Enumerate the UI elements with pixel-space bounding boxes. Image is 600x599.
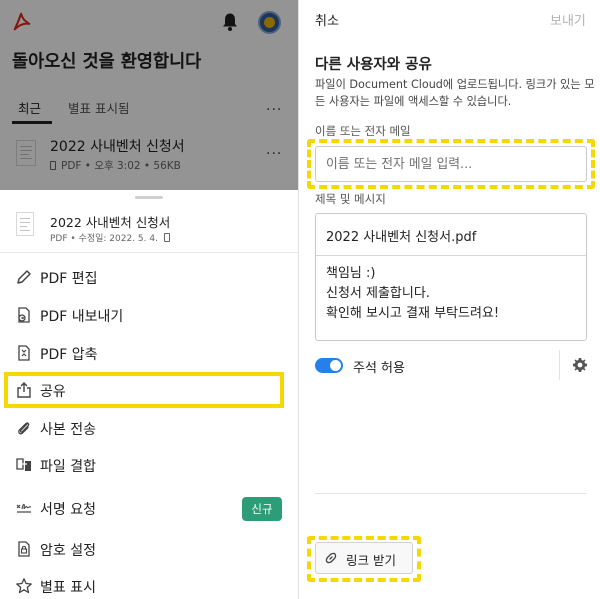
home-screen: 돌아오신 것을 환영합니다 최근 별표 표시됨 ... 2022 사내벤처 신청… (0, 0, 298, 190)
export-pdf-icon (18, 307, 30, 323)
compress-pdf-icon (18, 345, 30, 361)
message-line: 책임님 :) (326, 266, 376, 281)
menu-item-send-copy[interactable]: 사본 전송 (0, 410, 298, 446)
star-icon (16, 578, 32, 594)
sheet-file-header: 2022 사내벤처 신청서 PDF • 수정일: 2022. 5. 4. (0, 204, 298, 248)
subject-field[interactable]: 2022 사내벤처 신청서.pdf (326, 226, 476, 245)
share-panel: 취소 보내기 다른 사용자와 공유 파일이 Document Cloud에 업로… (298, 0, 600, 599)
menu-item-edit-pdf[interactable]: PDF 편집 (0, 259, 298, 295)
menu-item-label: PDF 내보내기 (40, 309, 124, 325)
message-line: 확인해 보시고 결재 부탁드려요! (326, 306, 500, 321)
menu-item-label: PDF 편집 (40, 271, 98, 287)
divider (316, 255, 586, 256)
device-icon (163, 233, 170, 242)
menu-item-combine-files[interactable]: 파일 결합 (0, 447, 298, 483)
allow-comments-label: 주석 허용 (353, 361, 405, 376)
menu-item-star[interactable]: 별표 표시 (0, 568, 298, 599)
message-label: 제목 및 메시지 (315, 192, 386, 206)
sheet-file-name: 2022 사내벤처 신청서 (50, 215, 171, 230)
password-icon (18, 541, 30, 557)
sheet-drag-handle[interactable] (135, 196, 163, 199)
menu-item-label: 파일 결합 (40, 459, 96, 475)
share-icon (17, 382, 31, 398)
menu-item-share[interactable]: 공유 (0, 372, 298, 408)
menu-item-label: 공유 (40, 384, 66, 400)
combine-files-icon (16, 458, 31, 471)
gear-icon[interactable] (572, 357, 588, 373)
pencil-icon (17, 270, 31, 284)
share-title: 다른 사용자와 공유 (315, 57, 432, 73)
file-thumbnail (16, 212, 34, 236)
message-line: 신청서 제출합니다. (326, 286, 430, 301)
send-button[interactable]: 보내기 (550, 10, 586, 29)
signature-icon (16, 503, 32, 513)
sheet-file-meta: PDF • 수정일: 2022. 5. 4. (50, 231, 170, 244)
menu-item-compress-pdf[interactable]: PDF 압축 (0, 335, 298, 371)
menu-item-label: 별표 표시 (40, 580, 96, 596)
share-description: 파일이 Document Cloud에 업로드됩니다. 링크가 있는 모든 사용… (315, 78, 595, 108)
get-link-button[interactable]: 링크 받기 (315, 542, 413, 574)
recipient-input[interactable] (315, 146, 587, 182)
left-panel: 돌아오신 것을 환영합니다 최근 별표 표시됨 ... 2022 사내벤처 신청… (0, 0, 298, 599)
menu-item-label: 암호 설정 (40, 543, 96, 559)
allow-comments-toggle[interactable] (315, 358, 343, 373)
divider (0, 252, 298, 253)
menu-item-export-pdf[interactable]: PDF 내보내기 (0, 297, 298, 333)
menu-item-label: 사본 전송 (40, 422, 96, 438)
get-link-label: 링크 받기 (346, 553, 396, 568)
menu-item-label: 서명 요청 (40, 502, 96, 518)
new-badge: 신규 (242, 497, 282, 521)
dim-overlay[interactable] (0, 0, 298, 190)
cancel-button[interactable]: 취소 (315, 10, 339, 29)
menu-item-label: PDF 압축 (40, 347, 98, 363)
link-icon (325, 552, 337, 564)
message-field[interactable]: 책임님 :) 신청서 제출합니다. 확인해 보시고 결재 부탁드려요! (326, 264, 499, 324)
menu-item-set-password[interactable]: 암호 설정 (0, 531, 298, 567)
divider (559, 350, 560, 380)
message-box[interactable]: 2022 사내벤처 신청서.pdf 책임님 :) 신청서 제출합니다. 확인해 … (315, 213, 587, 341)
divider (315, 493, 587, 494)
recipient-label: 이름 또는 전자 메일 (315, 124, 411, 138)
paperclip-icon (18, 422, 30, 435)
